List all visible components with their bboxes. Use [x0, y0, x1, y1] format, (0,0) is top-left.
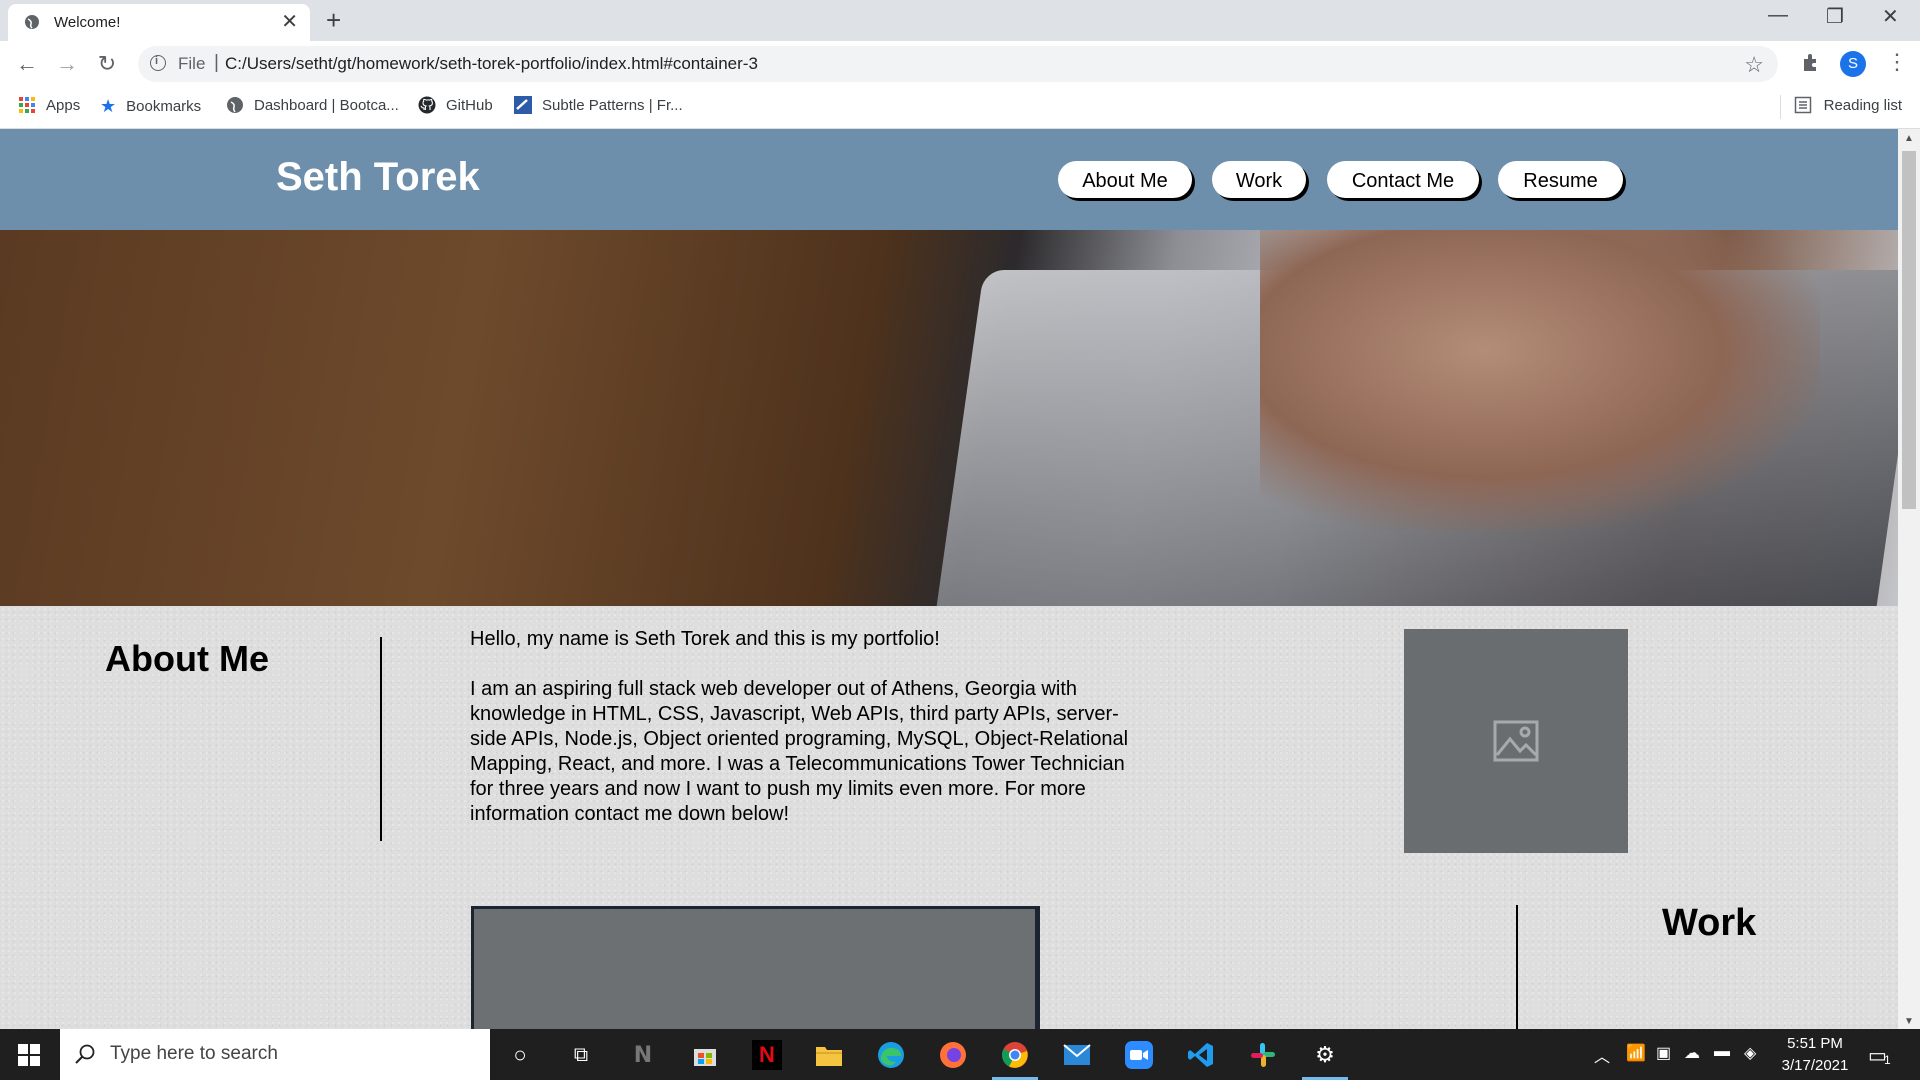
forward-button[interactable]: →: [54, 51, 80, 77]
work-divider: [1516, 905, 1518, 1029]
close-window-button[interactable]: ✕: [1882, 4, 1899, 29]
scroll-down-arrow-icon[interactable]: ▼: [1904, 1016, 1914, 1027]
clock-time: 5:51 PM: [1787, 1035, 1843, 1052]
volume-icon[interactable]: ◈: [1744, 1043, 1756, 1063]
browser-menu-icon[interactable]: ⋮: [1886, 49, 1908, 75]
tab-title: Welcome!: [54, 14, 121, 31]
mail-icon[interactable]: [1062, 1040, 1092, 1070]
onedrive-cloud-icon[interactable]: ☁: [1684, 1043, 1700, 1063]
url-separator: |: [214, 52, 219, 73]
clock-date: 3/17/2021: [1781, 1057, 1849, 1074]
bookmark-apps[interactable]: Apps: [18, 96, 80, 114]
vscode-icon[interactable]: [1186, 1040, 1216, 1070]
netflix-icon[interactable]: N: [752, 1040, 782, 1070]
tab-close-button[interactable]: ✕: [281, 12, 298, 32]
battery-icon[interactable]: ▬: [1714, 1043, 1730, 1061]
system-clock[interactable]: 5:51 PM 3/17/2021: [1770, 1033, 1860, 1077]
about-intro: Hello, my name is Seth Torek and this is…: [470, 628, 940, 650]
broken-image-icon: [1493, 720, 1539, 762]
profile-avatar[interactable]: S: [1840, 51, 1866, 77]
file-explorer-icon[interactable]: [814, 1040, 844, 1070]
site-title[interactable]: Seth Torek: [276, 155, 480, 200]
restore-button[interactable]: ❐: [1826, 4, 1844, 29]
github-icon: [418, 96, 436, 114]
site-header: Seth Torek About Me Work Contact Me Resu…: [0, 129, 1898, 230]
notion-icon[interactable]: N: [628, 1040, 658, 1070]
reading-list-label: Reading list: [1823, 96, 1902, 114]
about-text: Hello, my name is Seth Torek and this is…: [470, 627, 1150, 852]
slack-icon[interactable]: [1248, 1040, 1278, 1070]
nav-about-me[interactable]: About Me: [1058, 161, 1192, 198]
taskbar-search[interactable]: Type here to search: [60, 1029, 490, 1080]
firefox-icon[interactable]: [938, 1040, 968, 1070]
hero-image: [0, 230, 1920, 610]
bookmarks-bar: Apps ★ Bookmarks Dashboard | Bootca... G…: [0, 87, 1920, 129]
chrome-icon[interactable]: [1000, 1040, 1030, 1070]
hand-graphic: [1260, 230, 1820, 530]
tab-strip: Welcome! ✕ + — ❐ ✕: [0, 0, 1920, 41]
globe-icon: [227, 97, 243, 113]
task-view-icon[interactable]: ⧉: [566, 1040, 596, 1070]
reading-list-icon: [1794, 96, 1811, 114]
browser-tab[interactable]: Welcome! ✕: [8, 4, 310, 41]
bookmarks-divider: [1780, 95, 1781, 119]
tray-chevron-up-icon[interactable]: ︿: [1594, 1043, 1610, 1067]
page-scrollbar[interactable]: ▲ ▼: [1898, 129, 1920, 1029]
address-bar[interactable]: File | C:/Users/setht/gt/homework/seth-t…: [138, 46, 1778, 82]
search-icon: [75, 1044, 95, 1064]
star-icon: ★: [100, 96, 117, 116]
page-viewport: Seth Torek About Me Work Contact Me Resu…: [0, 129, 1920, 1029]
nav-work[interactable]: Work: [1212, 161, 1306, 198]
about-heading: About Me: [105, 638, 269, 679]
bookmark-label: Apps: [46, 96, 81, 114]
reading-list-button[interactable]: Reading list: [1794, 96, 1902, 114]
about-body: I am an aspiring full stack web develope…: [470, 678, 1129, 825]
scroll-thumb[interactable]: [1902, 151, 1916, 509]
bookmark-bookmarks[interactable]: ★ Bookmarks: [100, 96, 201, 117]
windows-taskbar: Type here to search ○ ⧉ N N ⚙ ︿ 📶 ▣ ☁ ▬ …: [0, 1029, 1920, 1080]
globe-icon: [25, 15, 39, 29]
info-icon[interactable]: [150, 55, 166, 71]
about-divider: [380, 637, 382, 841]
microsoft-store-icon[interactable]: [690, 1040, 720, 1070]
nav-resume[interactable]: Resume: [1498, 161, 1623, 198]
bookmark-dashboard[interactable]: Dashboard | Bootca...: [226, 96, 399, 114]
subtle-patterns-icon: [514, 96, 532, 114]
cortana-icon[interactable]: ○: [505, 1040, 535, 1070]
network-icon[interactable]: 📶: [1626, 1043, 1646, 1063]
profile-photo-placeholder: [1404, 629, 1628, 853]
bookmark-subtle-patterns[interactable]: Subtle Patterns | Fr...: [514, 96, 683, 114]
search-placeholder: Type here to search: [110, 1043, 278, 1064]
bookmark-github[interactable]: GitHub: [418, 96, 493, 114]
bookmark-star-icon[interactable]: ☆: [1744, 52, 1764, 78]
minimize-button[interactable]: —: [1768, 4, 1788, 27]
bookmark-label: GitHub: [446, 96, 493, 114]
scroll-up-arrow-icon[interactable]: ▲: [1904, 133, 1914, 144]
bookmark-label: Subtle Patterns | Fr...: [542, 96, 683, 114]
nav-contact-me[interactable]: Contact Me: [1327, 161, 1479, 198]
settings-gear-icon[interactable]: ⚙: [1310, 1040, 1340, 1070]
extensions-puzzle-icon[interactable]: [1800, 51, 1824, 75]
back-button[interactable]: ←: [14, 51, 40, 77]
work-project-card[interactable]: [471, 906, 1040, 1029]
url-scheme: File: [178, 54, 206, 73]
browser-toolbar: ← → ↻ File | C:/Users/setht/gt/homework/…: [0, 41, 1920, 87]
new-tab-button[interactable]: +: [326, 6, 341, 34]
zoom-icon[interactable]: [1124, 1040, 1154, 1070]
work-heading: Work: [1662, 902, 1757, 944]
apps-grid-icon: [19, 97, 35, 113]
bookmark-label: Bookmarks: [126, 98, 202, 115]
url-text[interactable]: C:/Users/setht/gt/homework/seth-torek-po…: [225, 54, 758, 74]
notification-count: 1: [1884, 1053, 1891, 1067]
device-icon[interactable]: ▣: [1656, 1043, 1671, 1063]
edge-icon[interactable]: [876, 1040, 906, 1070]
reload-button[interactable]: ↻: [94, 51, 120, 77]
windows-start-icon[interactable]: [18, 1044, 40, 1066]
bookmark-label: Dashboard | Bootca...: [254, 96, 399, 114]
